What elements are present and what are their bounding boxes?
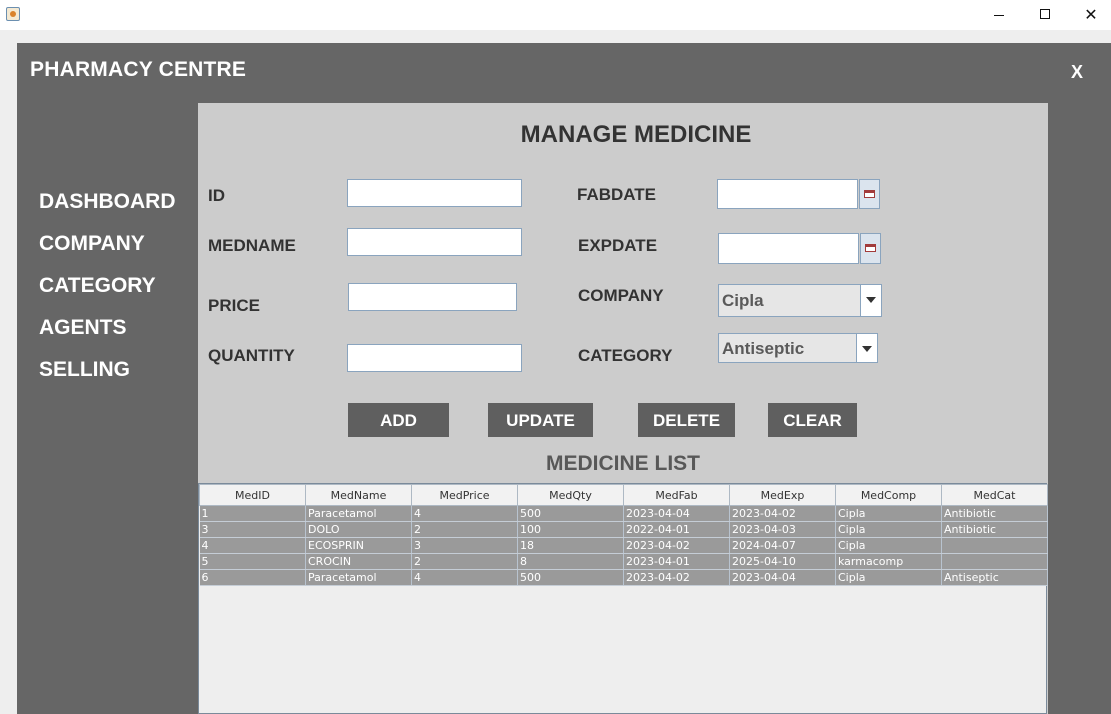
table-cell: 3 — [411, 537, 518, 554]
nav-category[interactable]: CATEGORY — [39, 274, 156, 298]
price-label: PRICE — [208, 296, 260, 315]
minimize-button[interactable] — [976, 0, 1022, 30]
table-row[interactable]: 1 Paracetamol 4 500 2023-04-04 2023-04-0… — [199, 505, 1048, 522]
medname-label: MEDNAME — [208, 236, 296, 255]
table-cell: 2023-04-01 — [623, 553, 730, 570]
category-selected-value: Antiseptic — [722, 339, 805, 358]
table-cell: CROCIN — [305, 553, 412, 570]
price-input[interactable] — [348, 283, 517, 311]
category-select[interactable]: Antiseptic — [718, 333, 878, 363]
table-cell — [941, 537, 1048, 554]
table-header-row: MedID MedName MedPrice MedQty MedFab Med… — [199, 484, 1048, 506]
nav-company[interactable]: COMPANY — [39, 232, 145, 256]
nav-selling[interactable]: SELLING — [39, 358, 130, 382]
expdate-input[interactable] — [718, 233, 859, 264]
quantity-input[interactable] — [347, 344, 522, 372]
table-cell: 2025-04-10 — [729, 553, 836, 570]
table-cell: karmacomp — [835, 553, 942, 570]
table-cell: 500 — [517, 505, 624, 522]
fabdate-input[interactable] — [717, 179, 858, 209]
delete-button[interactable]: DELETE — [638, 403, 735, 437]
update-button[interactable]: UPDATE — [488, 403, 593, 437]
medicine-table-scrollpane[interactable]: MedID MedName MedPrice MedQty MedFab Med… — [198, 483, 1048, 714]
table-cell — [941, 553, 1048, 570]
table-row[interactable]: 3 DOLO 2 100 2022-04-01 2023-04-03 Cipla… — [199, 521, 1048, 538]
column-header-medname[interactable]: MedName — [305, 484, 412, 506]
category-label: CATEGORY — [578, 346, 673, 365]
table-cell: Cipla — [835, 537, 942, 554]
medicine-list-title: MEDICINE LIST — [545, 452, 700, 475]
table-cell: 6 — [199, 569, 306, 586]
id-input[interactable] — [347, 179, 522, 207]
table-cell: 18 — [517, 537, 624, 554]
company-select[interactable]: Cipla — [718, 284, 882, 317]
fabdate-label: FABDATE — [577, 185, 657, 204]
table-cell: 2 — [411, 521, 518, 538]
fabdate-calendar-icon[interactable] — [859, 179, 880, 209]
table-cell: 4 — [411, 505, 518, 522]
nav-dashboard[interactable]: DASHBOARD — [39, 190, 176, 214]
table-cell: 2023-04-02 — [623, 569, 730, 586]
table-cell: ECOSPRIN — [305, 537, 412, 554]
add-button[interactable]: ADD — [348, 403, 449, 437]
table-cell: 2023-04-04 — [623, 505, 730, 522]
company-selected-value: Cipla — [722, 291, 764, 310]
table-row[interactable]: 6 Paracetamol 4 500 2023-04-02 2023-04-0… — [199, 569, 1048, 586]
table-cell: 2023-04-02 — [623, 537, 730, 554]
expdate-label: EXPDATE — [578, 236, 658, 255]
column-header-medqty[interactable]: MedQty — [517, 484, 624, 506]
table-cell: Cipla — [835, 521, 942, 538]
window-close-button[interactable]: ✕ — [1068, 0, 1111, 30]
java-cup-icon — [6, 7, 20, 21]
column-header-medexp[interactable]: MedExp — [729, 484, 836, 506]
table-cell: Paracetamol — [305, 569, 412, 586]
table-row[interactable]: 4 ECOSPRIN 3 18 2023-04-02 2024-04-07 Ci… — [199, 537, 1048, 554]
table-cell: 100 — [517, 521, 624, 538]
table-cell: 500 — [517, 569, 624, 586]
id-label: ID — [208, 186, 225, 205]
expdate-calendar-icon[interactable] — [860, 233, 881, 264]
table-cell: 2023-04-03 — [729, 521, 836, 538]
app-close-button[interactable]: X — [1071, 62, 1083, 83]
table-cell: Antibiotic — [941, 505, 1048, 522]
medname-input[interactable] — [347, 228, 522, 256]
chevron-down-icon[interactable] — [856, 334, 877, 362]
table-cell: 3 — [199, 521, 306, 538]
column-header-medcomp[interactable]: MedComp — [835, 484, 942, 506]
table-cell: DOLO — [305, 521, 412, 538]
table-cell: Paracetamol — [305, 505, 412, 522]
column-header-medcat[interactable]: MedCat — [941, 484, 1048, 506]
column-header-medfab[interactable]: MedFab — [623, 484, 730, 506]
chevron-down-icon[interactable] — [860, 285, 881, 316]
medicine-table[interactable]: MedID MedName MedPrice MedQty MedFab Med… — [199, 484, 1048, 586]
table-cell: 8 — [517, 553, 624, 570]
maximize-button[interactable] — [1022, 0, 1068, 30]
column-header-medid[interactable]: MedID — [199, 484, 306, 506]
app-title: PHARMACY CENTRE — [30, 58, 247, 81]
table-cell: 4 — [411, 569, 518, 586]
nav-agents[interactable]: AGENTS — [39, 316, 127, 340]
table-cell: 2023-04-04 — [729, 569, 836, 586]
table-row[interactable]: 5 CROCIN 2 8 2023-04-01 2025-04-10 karma… — [199, 553, 1048, 570]
table-cell: Cipla — [835, 569, 942, 586]
table-cell: 4 — [199, 537, 306, 554]
clear-button[interactable]: CLEAR — [768, 403, 857, 437]
table-cell: 5 — [199, 553, 306, 570]
table-cell: Antibiotic — [941, 521, 1048, 538]
quantity-label: QUANTITY — [208, 346, 295, 365]
company-label: COMPANY — [578, 286, 664, 305]
column-header-medprice[interactable]: MedPrice — [411, 484, 518, 506]
window-titlebar: ✕ — [0, 0, 1111, 30]
table-cell: 2 — [411, 553, 518, 570]
table-cell: 2022-04-01 — [623, 521, 730, 538]
table-cell: 1 — [199, 505, 306, 522]
table-cell: Antiseptic — [941, 569, 1048, 586]
table-cell: 2023-04-02 — [729, 505, 836, 522]
table-cell: 2024-04-07 — [729, 537, 836, 554]
page-title: MANAGE MEDICINE — [520, 121, 752, 148]
table-cell: Cipla — [835, 505, 942, 522]
